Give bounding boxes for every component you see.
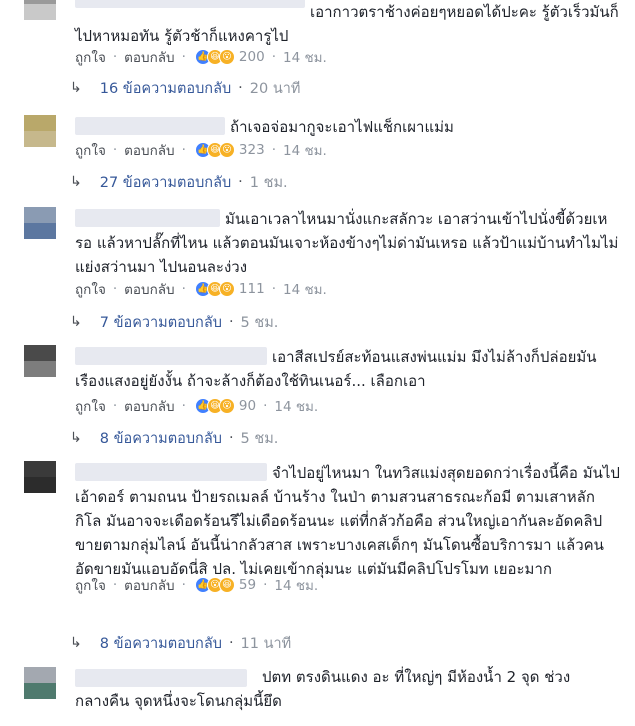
replies-link[interactable]: ↳ 8 ข้อความตอบกลับ · 5 ชม. xyxy=(70,426,278,450)
avatar[interactable] xyxy=(24,667,56,699)
reactions[interactable]: 👍 😆 😮 xyxy=(194,49,235,65)
reactions[interactable]: 👍 😆 😮 xyxy=(194,142,235,158)
comment-meta: ถูกใจ · ตอบกลับ · 👍 😆 😮 200 · 14 ชม. xyxy=(75,46,327,68)
comment-text: จำไปอยู่ไหนมา ในทวิสแม่งสุดยอดกว่าเรื่อง… xyxy=(75,464,620,578)
like-link[interactable]: ถูกใจ xyxy=(75,395,106,417)
avatar[interactable] xyxy=(24,115,56,147)
reply-arrow-icon: ↳ xyxy=(70,430,82,446)
reply-arrow-icon: ↳ xyxy=(70,80,82,96)
wow-reaction-icon: 😮 xyxy=(218,398,235,414)
comment-meta: ถูกใจ · ตอบกลับ · 👍 😆 😮 111 · 14 ชม. xyxy=(75,278,327,300)
avatar[interactable] xyxy=(24,345,56,377)
comment-time[interactable]: 14 ชม. xyxy=(283,139,327,161)
comment-meta: ถูกใจ · ตอบกลับ · 👍 😮 😆 59 · 14 ชม. xyxy=(75,574,318,596)
comment-text: เอากาวตราช้างค่อยๆหยอดได้ปะคะ รู้ตัวเร็ว… xyxy=(75,3,619,45)
like-link[interactable]: ถูกใจ xyxy=(75,574,106,596)
reply-time: 5 ชม. xyxy=(240,314,279,331)
wow-reaction-icon: 😮 xyxy=(218,142,235,158)
reactions[interactable]: 👍 😆 😮 xyxy=(194,281,235,297)
replies-count[interactable]: 16 ข้อความตอบกลับ xyxy=(100,77,231,100)
avatar[interactable] xyxy=(24,0,56,20)
replies-count[interactable]: 7 ข้อความตอบกลับ xyxy=(100,311,222,334)
reply-link[interactable]: ตอบกลับ xyxy=(124,139,174,161)
reply-arrow-icon: ↳ xyxy=(70,314,82,330)
comment-text: เอาสีสเปรย์สะท้อนแสงพ่นแม่ม มึงไม่ล้างก็… xyxy=(75,348,597,390)
reply-link[interactable]: ตอบกลับ xyxy=(124,574,174,596)
reply-link[interactable]: ตอบกลับ xyxy=(124,395,174,417)
reactions[interactable]: 👍 😆 😮 xyxy=(194,398,235,414)
haha-reaction-icon: 😆 xyxy=(218,577,235,593)
replies-link[interactable]: ↳ 16 ข้อความตอบกลับ · 20 นาที xyxy=(70,76,300,100)
wow-reaction-icon: 😮 xyxy=(218,281,235,297)
like-link[interactable]: ถูกใจ xyxy=(75,278,106,300)
reply-link[interactable]: ตอบกลับ xyxy=(124,46,174,68)
comment-text: ปตท ตรงดินแดง อะ ที่ใหญ่ๆ มีห้องน้ำ 2 จุ… xyxy=(75,668,571,710)
reply-time: 1 ชม. xyxy=(249,174,288,191)
comment-time[interactable]: 14 ชม. xyxy=(274,574,318,596)
reaction-count[interactable]: 323 xyxy=(239,142,265,158)
like-link[interactable]: ถูกใจ xyxy=(75,46,106,68)
replies-count[interactable]: 8 ข้อความตอบกลับ xyxy=(100,427,222,450)
replies-count[interactable]: 8 ข้อความตอบกลับ xyxy=(100,632,222,655)
comment-text: ถ้าเจอจ่อมากูจะเอาไฟแช็กเผาแม่ม xyxy=(230,118,454,136)
comment-meta: ถูกใจ · ตอบกลับ · 👍 😆 😮 90 · 14 ชม. xyxy=(75,395,318,417)
comment-time[interactable]: 14 ชม. xyxy=(274,395,318,417)
comment-time[interactable]: 14 ชม. xyxy=(283,46,327,68)
reaction-count[interactable]: 111 xyxy=(239,281,265,297)
avatar[interactable] xyxy=(24,207,56,239)
reply-link[interactable]: ตอบกลับ xyxy=(124,278,174,300)
wow-reaction-icon: 😮 xyxy=(218,49,235,65)
reply-arrow-icon: ↳ xyxy=(70,174,82,190)
replies-link[interactable]: ↳ 27 ข้อความตอบกลับ · 1 ชม. xyxy=(70,170,288,194)
reply-time: 5 ชม. xyxy=(240,430,279,447)
reaction-count[interactable]: 200 xyxy=(239,49,265,65)
replies-count[interactable]: 27 ข้อความตอบกลับ xyxy=(100,171,231,194)
comment-text: มันเอาเวลาไหนมานั่งแกะสลักวะ เอาสว่านเข้… xyxy=(75,210,619,276)
reply-arrow-icon: ↳ xyxy=(70,635,82,651)
reply-time: 20 นาที xyxy=(249,80,301,97)
replies-link[interactable]: ↳ 8 ข้อความตอบกลับ · 11 นาที xyxy=(70,631,291,655)
avatar[interactable] xyxy=(24,461,56,493)
comment-time[interactable]: 14 ชม. xyxy=(283,278,327,300)
reactions[interactable]: 👍 😮 😆 xyxy=(194,577,235,593)
reaction-count[interactable]: 90 xyxy=(239,398,256,414)
like-link[interactable]: ถูกใจ xyxy=(75,139,106,161)
replies-link[interactable]: ↳ 7 ข้อความตอบกลับ · 5 ชม. xyxy=(70,310,278,334)
reaction-count[interactable]: 59 xyxy=(239,577,256,593)
reply-time: 11 นาที xyxy=(240,635,292,652)
comment-meta: ถูกใจ · ตอบกลับ · 👍 😆 😮 323 · 14 ชม. xyxy=(75,139,327,161)
